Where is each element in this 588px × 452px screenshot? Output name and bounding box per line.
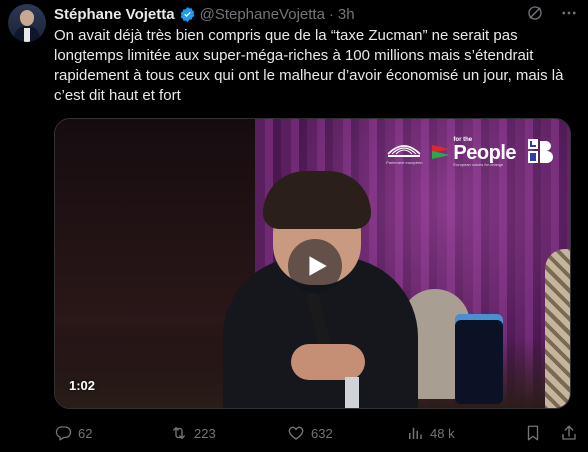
play-icon [309,256,327,276]
more-icon[interactable] [560,4,578,22]
author-handle[interactable]: @StephaneVojetta [200,6,325,23]
repost-icon [173,427,185,439]
tweet[interactable]: Stéphane Vojetta @StephaneVojetta · 3h O… [0,0,588,452]
european-parliament-logo: Parlement européen [386,140,422,165]
heart-icon [288,426,304,440]
bookmark-icon [527,425,539,441]
like-count: 632 [311,425,333,441]
repost-button[interactable]: 223 [170,422,216,444]
reply-count: 62 [78,425,93,441]
lb-logo [528,139,553,163]
author-name[interactable]: Stéphane Vojetta [54,6,175,23]
tweet-top-actions [526,4,578,22]
tweet-header: Stéphane Vojetta @StephaneVojetta · 3h [54,4,355,24]
grok-icon[interactable] [526,4,544,22]
bookmark-button[interactable] [524,422,542,444]
ep-caption: Parlement européen [386,159,423,165]
verified-badge-icon [180,6,194,22]
flag-icon [432,145,451,159]
tweet-time[interactable]: 3h [338,6,355,23]
reply-button[interactable]: 62 [54,422,92,444]
like-button[interactable]: 632 [287,422,333,444]
share-icon [562,425,576,440]
separator-dot: · [328,5,334,23]
reply-icon [55,426,72,441]
video-logos: Parlement européen for the People Europe… [386,137,556,167]
views-count: 48 k [430,425,455,441]
avatar[interactable] [8,4,46,42]
tweet-actions: 62 223 632 48 k [54,422,576,444]
video-lamp [455,314,503,404]
views-icon [409,427,422,439]
repost-count: 223 [194,425,216,441]
video-duration: 1:02 [69,378,96,393]
play-button[interactable] [288,239,342,293]
for-the-people-logo: for the People European voices for chang… [432,137,516,167]
video-player[interactable]: Parlement européen for the People Europe… [54,118,571,409]
tweet-text: On avait déjà très bien compris que de l… [54,27,568,104]
views-button[interactable]: 48 k [406,422,455,444]
share-button[interactable] [560,422,578,444]
